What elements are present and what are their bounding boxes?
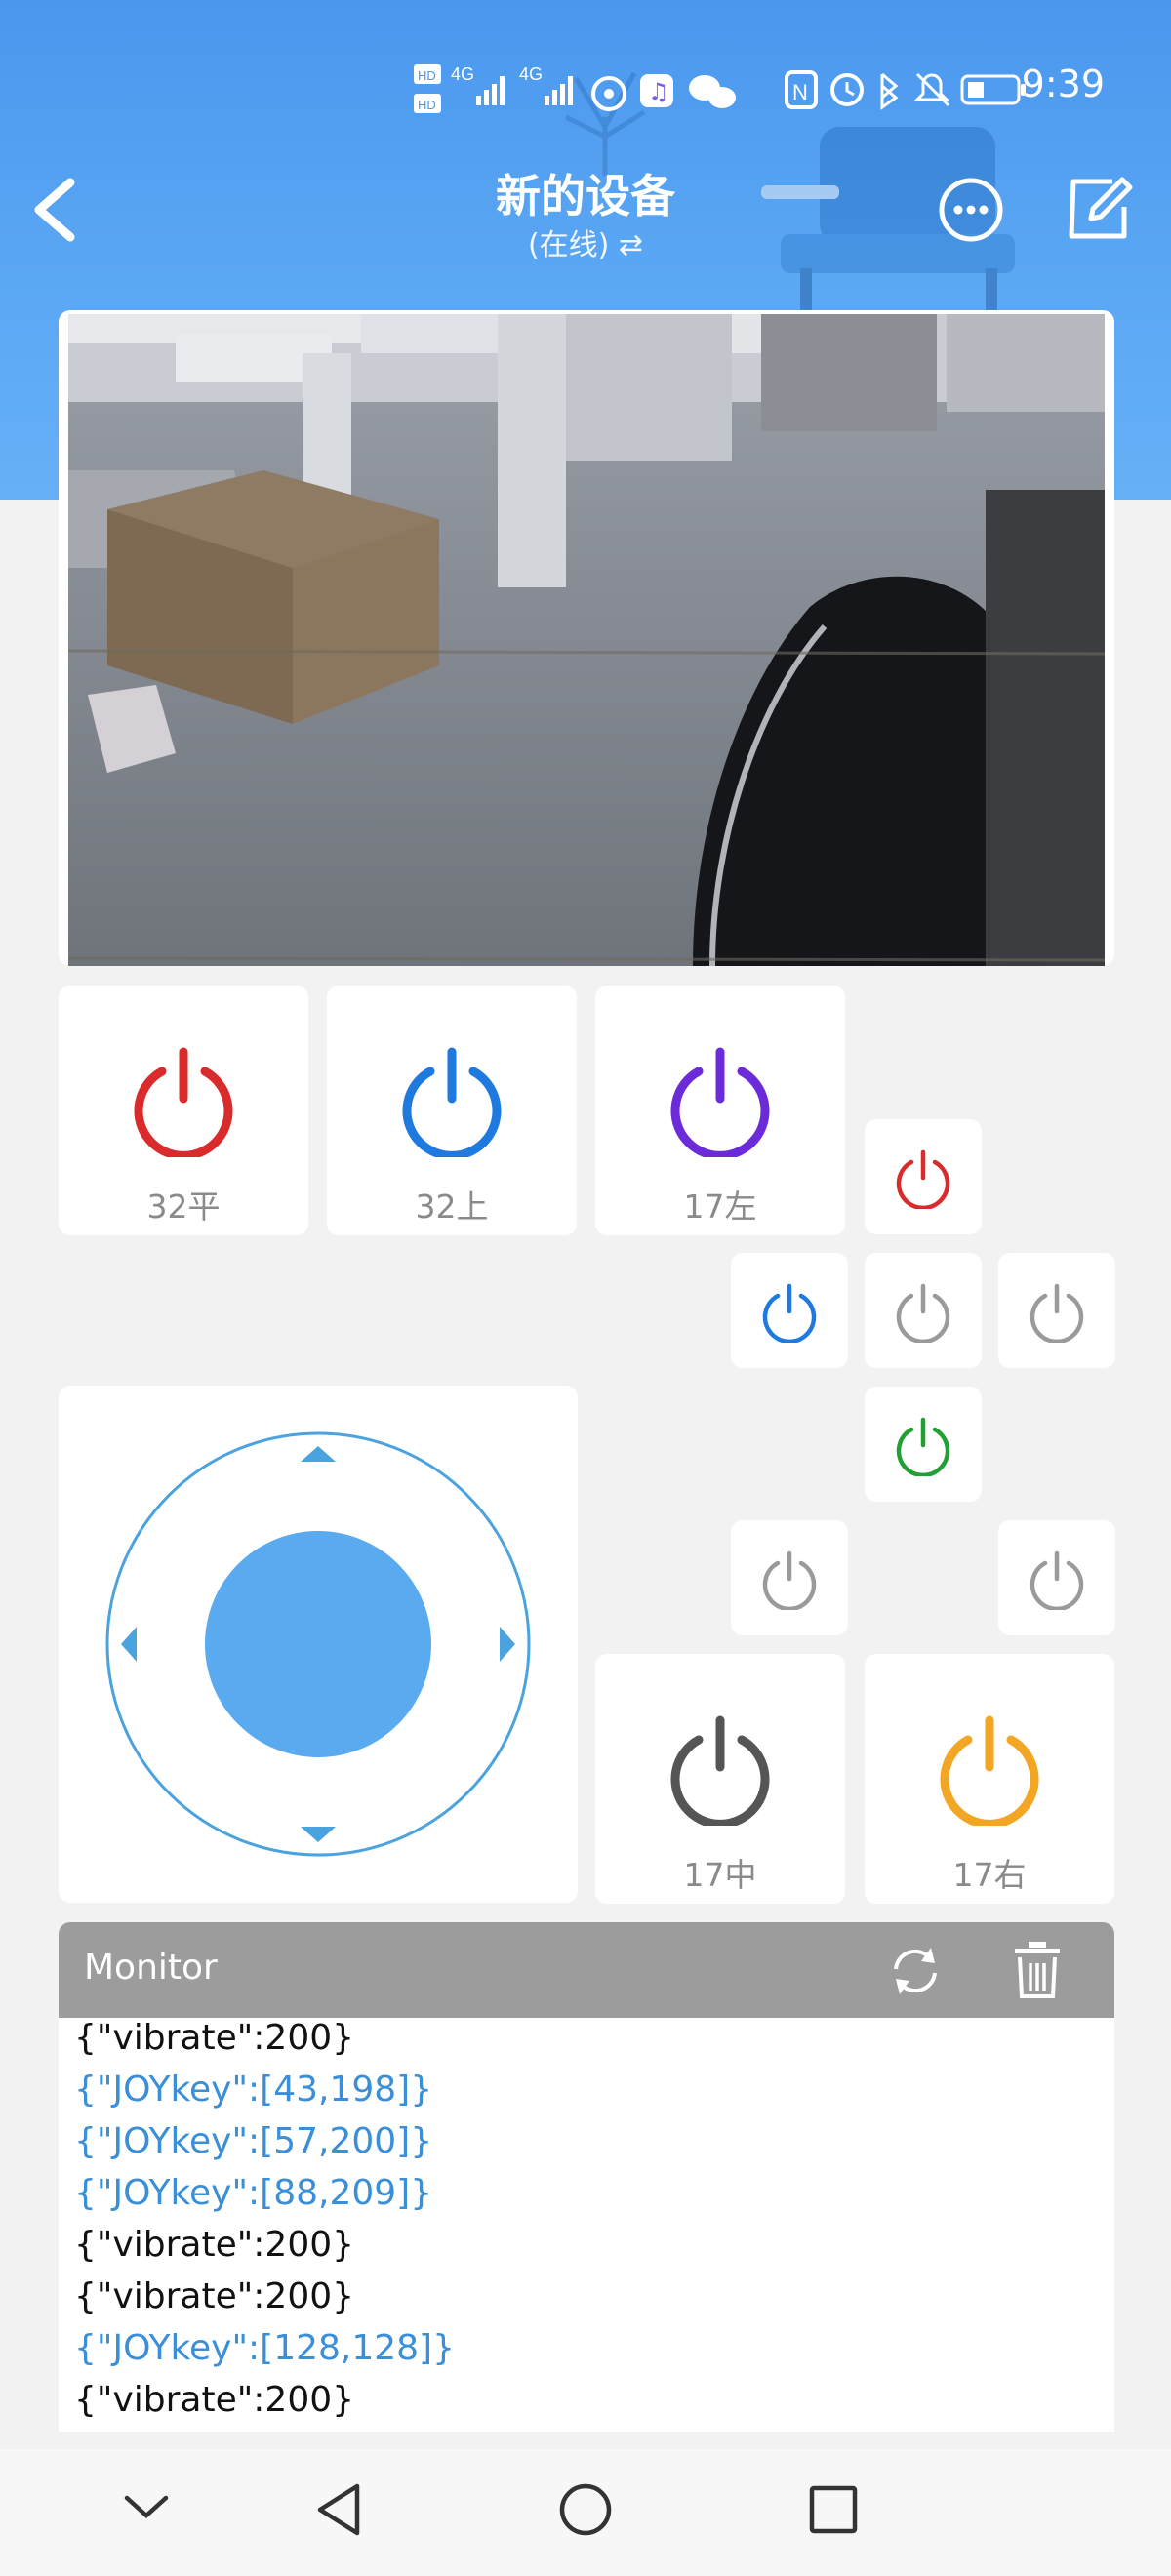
refresh-icon[interactable] xyxy=(886,1942,945,2000)
joystick-card[interactable] xyxy=(59,1386,578,1903)
switch-button-32shang[interactable]: 32上 xyxy=(327,986,577,1235)
svg-text:HD: HD xyxy=(418,98,436,112)
svg-text:N: N xyxy=(792,80,808,104)
back-triangle-icon[interactable] xyxy=(310,2480,365,2539)
power-icon xyxy=(762,1550,817,1610)
system-navigation-bar xyxy=(0,2449,1171,2576)
joystick-down-arrow-icon xyxy=(301,1827,336,1842)
joystick-right-arrow-icon xyxy=(500,1627,515,1662)
edit-icon[interactable] xyxy=(1064,174,1134,244)
recents-square-icon[interactable] xyxy=(806,2482,861,2537)
joystick-left-arrow-icon xyxy=(121,1627,137,1662)
power-icon xyxy=(940,1715,1039,1826)
trash-icon[interactable] xyxy=(1009,1940,1066,2000)
monitor-log: {"vibrate":200} {"JOYkey":[43,198]} {"JO… xyxy=(59,2018,1114,2432)
dpad-center-button[interactable] xyxy=(865,1253,982,1368)
power-icon xyxy=(670,1047,770,1157)
log-line: {"vibrate":200} xyxy=(74,2225,355,2265)
dpad-right-button[interactable] xyxy=(998,1253,1115,1368)
switch-label: 17右 xyxy=(952,1856,1027,1894)
status-bar: HD HD 4G 4G ♫ N 9:39 xyxy=(0,49,1171,127)
switch-button-17you[interactable]: 17右 xyxy=(865,1654,1114,1904)
power-icon xyxy=(896,1149,950,1209)
monitor-title: Monitor xyxy=(84,1948,218,1988)
extra-right-button[interactable] xyxy=(998,1520,1115,1635)
power-icon xyxy=(1030,1283,1084,1343)
monitor-header: Monitor xyxy=(59,1922,1114,2018)
power-icon xyxy=(134,1047,233,1157)
clock: 9:39 xyxy=(1021,62,1105,105)
dpad-left-button[interactable] xyxy=(731,1253,848,1368)
switch-label: 17中 xyxy=(683,1856,757,1894)
power-icon xyxy=(896,1417,950,1476)
switch-label: 17左 xyxy=(683,1187,757,1226)
log-line: {"JOYkey":[43,198]} xyxy=(74,2070,433,2110)
joystick-knob xyxy=(205,1531,431,1757)
svg-text:♫: ♫ xyxy=(648,78,669,105)
joystick-up-arrow-icon xyxy=(301,1446,336,1462)
switch-button-17zuo[interactable]: 17左 xyxy=(595,986,845,1235)
switch-label: 32上 xyxy=(415,1187,489,1226)
log-line: {"JOYkey":[88,209]} xyxy=(74,2173,433,2213)
svg-text:HD: HD xyxy=(418,68,436,83)
signal-icon: HD HD 4G 4G ♫ xyxy=(414,64,736,113)
system-icons: N xyxy=(785,70,1026,110)
power-icon xyxy=(402,1047,502,1157)
camera-feed[interactable] xyxy=(68,314,1105,966)
svg-text:4G: 4G xyxy=(451,64,474,84)
switch-label: 32平 xyxy=(146,1187,221,1226)
joystick[interactable] xyxy=(59,1386,578,1903)
svg-text:4G: 4G xyxy=(519,64,543,84)
home-circle-icon[interactable] xyxy=(556,2480,615,2539)
more-options-icon[interactable] xyxy=(937,176,1005,244)
log-line: {"vibrate":200} xyxy=(74,2276,355,2316)
power-icon xyxy=(1030,1550,1084,1610)
dpad-down-button[interactable] xyxy=(865,1387,982,1502)
power-icon xyxy=(896,1283,950,1343)
extra-left-button[interactable] xyxy=(731,1520,848,1635)
camera-image xyxy=(68,314,1105,966)
switch-button-32ping[interactable]: 32平 xyxy=(59,986,308,1235)
log-line: {"vibrate":200} xyxy=(74,2380,355,2420)
log-line: {"JOYkey":[57,200]} xyxy=(74,2121,433,2161)
chevron-down-icon[interactable] xyxy=(119,2488,174,2527)
dpad-up-button[interactable] xyxy=(865,1119,982,1234)
switch-button-17zhong[interactable]: 17中 xyxy=(595,1654,845,1904)
log-line: {"vibrate":200} xyxy=(74,2018,355,2058)
log-line: {"JOYkey":[128,128]} xyxy=(74,2328,456,2368)
power-icon xyxy=(762,1283,817,1343)
power-icon xyxy=(670,1715,770,1826)
